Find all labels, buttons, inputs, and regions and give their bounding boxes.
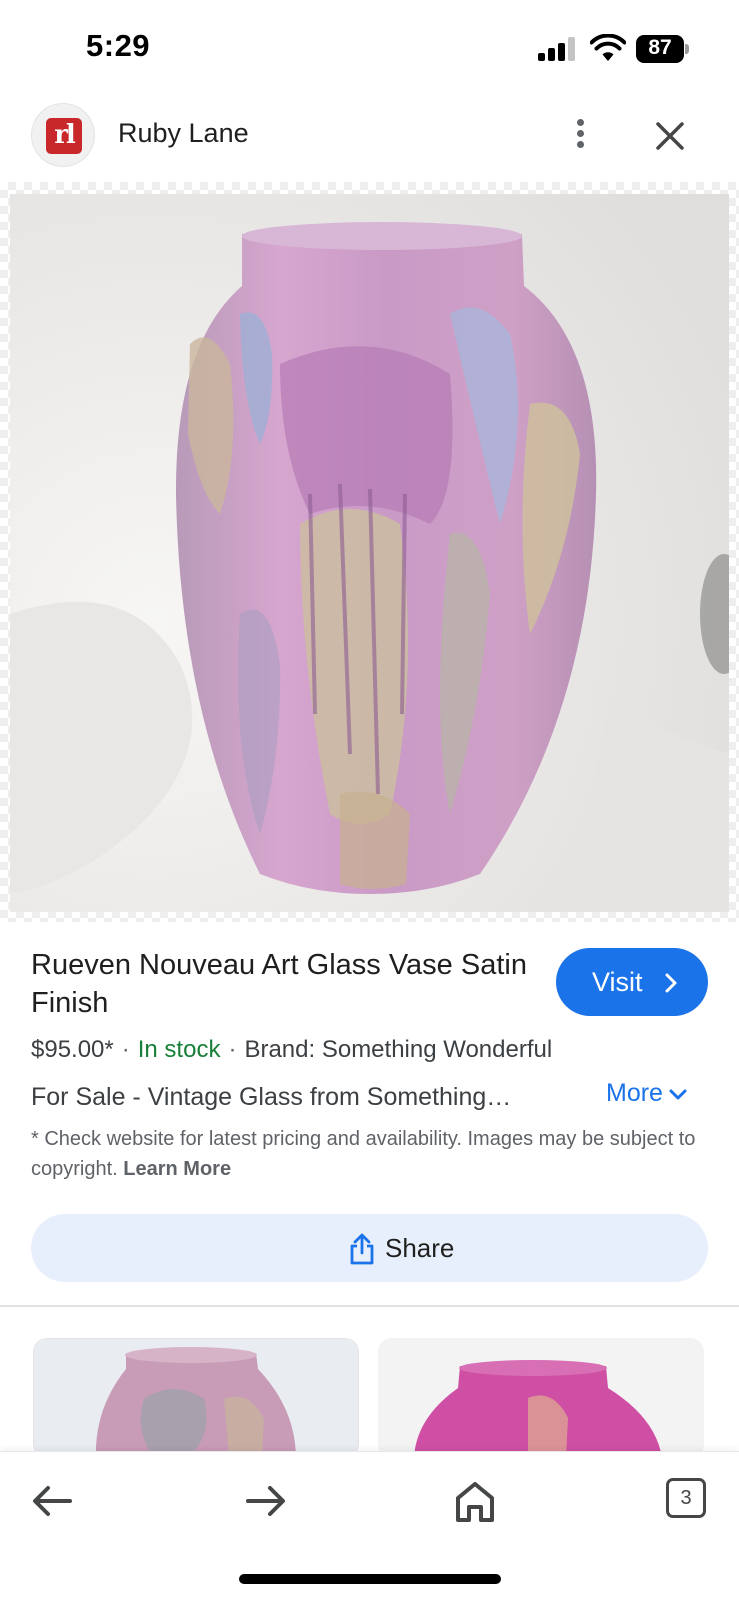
brand: Brand: Something Wonderful — [244, 1036, 553, 1063]
related-item-thumbnail[interactable] — [378, 1338, 704, 1458]
product-image-frame[interactable] — [0, 182, 739, 922]
site-logo[interactable]: rl — [31, 103, 95, 167]
share-label: Share — [385, 1233, 455, 1263]
stock-status: In stock — [137, 1036, 221, 1063]
tab-switcher-button[interactable]: 3 — [666, 1478, 706, 1518]
share-button[interactable]: Share — [31, 1214, 708, 1282]
disclaimer: * Check website for latest pricing and a… — [31, 1124, 711, 1184]
more-options-icon[interactable] — [563, 114, 597, 154]
status-time: 5:29 — [86, 28, 151, 63]
visit-button[interactable]: Visit — [556, 948, 708, 1016]
learn-more-link[interactable]: Learn More — [123, 1158, 231, 1180]
wifi-icon — [590, 34, 626, 61]
cellular-signal-icon — [538, 37, 578, 61]
visit-label: Visit — [592, 967, 643, 997]
product-description: For Sale - Vintage Glass from Something… — [31, 1083, 512, 1111]
vase-illustration — [10, 194, 729, 912]
more-button[interactable]: More — [606, 1079, 663, 1108]
related-vase-image — [34, 1339, 358, 1457]
close-icon[interactable] — [650, 116, 690, 156]
site-header: rl Ruby Lane — [0, 96, 739, 182]
product-image — [10, 194, 729, 912]
home-icon[interactable] — [448, 1474, 502, 1528]
divider — [0, 1305, 739, 1307]
home-indicator — [239, 1574, 501, 1584]
chevron-right-icon — [665, 973, 677, 993]
product-meta: $95.00* · In stock · Brand: Something Wonder… — [31, 1036, 552, 1064]
status-bar: 5:29 87 — [0, 0, 739, 96]
related-item-thumbnail[interactable] — [33, 1338, 359, 1458]
price: $95.00* — [31, 1036, 114, 1063]
chevron-down-icon[interactable] — [668, 1088, 688, 1102]
forward-arrow-icon[interactable] — [238, 1474, 292, 1528]
lens-product-page: 5:29 87 rl Ruby Lane Rueven Nouveau Art … — [0, 0, 739, 1600]
separator-dot: · — [121, 1036, 130, 1063]
back-arrow-icon[interactable] — [26, 1474, 80, 1528]
battery-icon: 87 — [636, 35, 690, 63]
related-vase-image — [378, 1338, 704, 1458]
share-icon — [350, 1233, 374, 1265]
separator-dot: · — [228, 1036, 237, 1063]
site-name[interactable]: Ruby Lane — [118, 118, 249, 149]
site-logo-text: rl — [46, 118, 82, 154]
product-title: Rueven Nouveau Art Glass Vase Satin Fini… — [31, 949, 527, 1019]
battery-level: 87 — [648, 36, 672, 59]
